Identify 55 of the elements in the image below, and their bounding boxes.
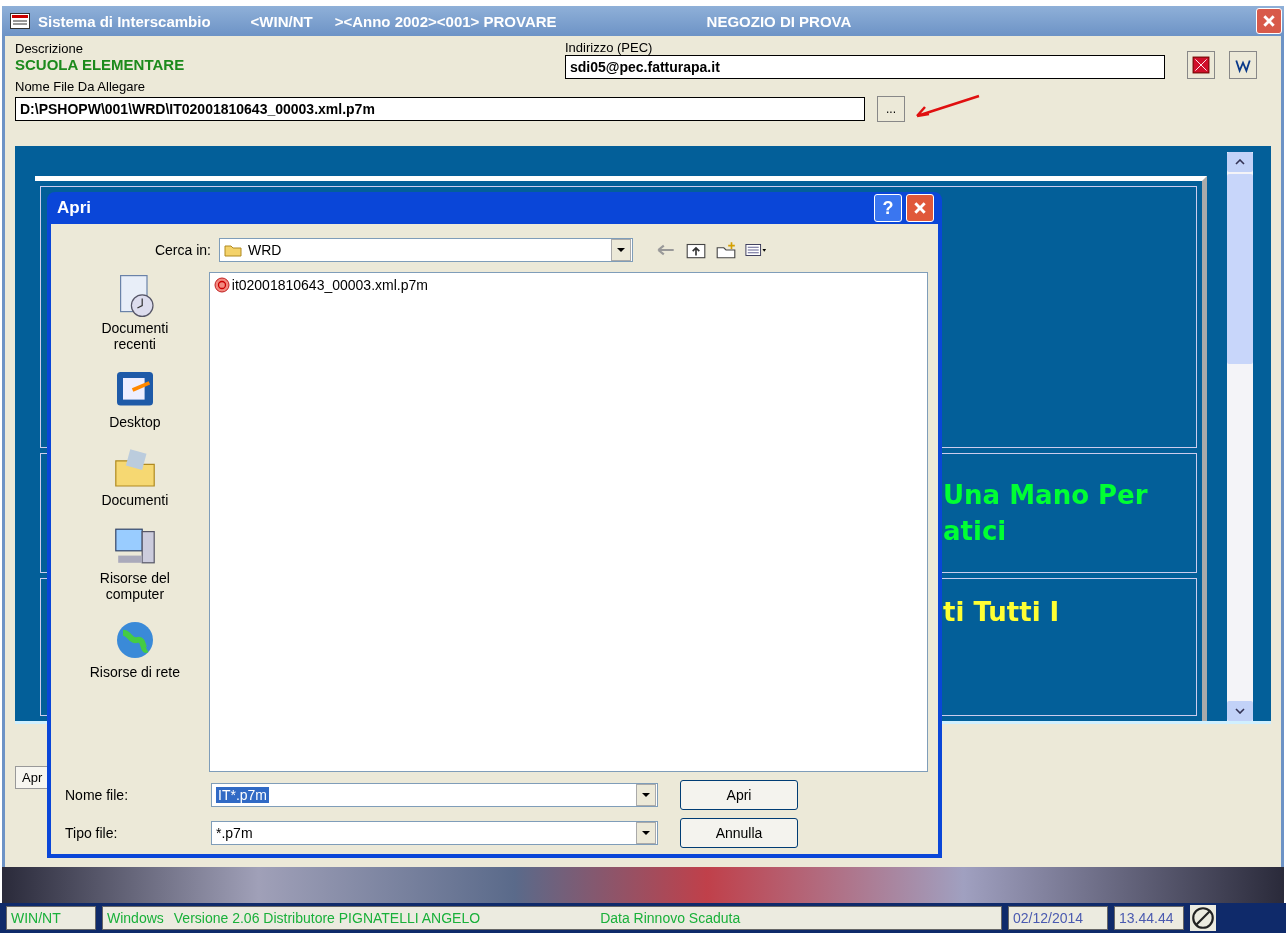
date-field: 02/12/2014 xyxy=(1008,906,1108,930)
places-item[interactable]: Documenti xyxy=(79,444,190,508)
close-icon xyxy=(913,201,927,215)
view-menu-icon[interactable] xyxy=(745,241,767,259)
folder-icon xyxy=(224,243,242,257)
places-item[interactable]: Documenti recenti xyxy=(79,272,190,352)
caret-icon xyxy=(642,831,650,835)
description-text: SCUOLA ELEMENTARE xyxy=(15,56,186,75)
status-field: Windows Versione 2.06 Distributore PIGNATELLI ANGELO Data Rinnovo Scaduta xyxy=(102,906,1002,930)
window-title: Sistema di Interscambio xyxy=(38,12,211,30)
prohibited-icon xyxy=(1190,905,1216,931)
field-label: Nome file: xyxy=(64,787,130,803)
new-folder-icon[interactable] xyxy=(715,241,737,259)
caret-icon xyxy=(642,793,650,797)
caret-icon xyxy=(617,248,625,252)
chevron-down-icon xyxy=(1235,708,1245,714)
title-text: ><Anno 2002><001> PROVARE xyxy=(334,12,557,30)
panel-text: ti Tutti I xyxy=(943,597,1060,627)
stop-button[interactable] xyxy=(1187,51,1215,79)
chevron-up-icon xyxy=(1235,159,1245,165)
open-button[interactable]: Apri xyxy=(680,780,798,810)
field-label: Descrizione xyxy=(15,41,84,56)
tab[interactable]: Apr xyxy=(15,766,50,789)
word-button[interactable] xyxy=(1229,51,1257,79)
field-label: Cerca in: xyxy=(153,242,212,258)
field-label: Nome File Da Allegare xyxy=(15,79,147,94)
browse-button[interactable]: ... xyxy=(877,96,905,122)
help-button[interactable]: ? xyxy=(874,194,902,222)
status-field: WIN/NT xyxy=(6,906,96,930)
places-item[interactable]: Risorse del computer xyxy=(79,522,190,602)
cancel-button[interactable]: Annulla xyxy=(680,818,798,848)
close-button[interactable] xyxy=(906,194,934,222)
field-label: Indirizzo (PEC) xyxy=(565,40,654,55)
file-path-field[interactable]: D:\PSHOPW\001\WRD\IT02001810643_00003.xml.p7m xyxy=(15,97,865,121)
title-text: NEGOZIO DI PROVA xyxy=(706,12,852,30)
time-field: 13.44.44 xyxy=(1114,906,1184,930)
places-item[interactable]: Desktop xyxy=(79,366,190,430)
file-name-field[interactable]: IT*.p7m xyxy=(211,783,658,807)
title-text: <WIN/NT xyxy=(250,12,313,30)
places-item[interactable]: Risorse di rete xyxy=(79,616,190,680)
look-in-dropdown[interactable]: WRD xyxy=(219,238,633,262)
close-button[interactable] xyxy=(1256,8,1282,34)
file-item[interactable]: it02001810643_00003.xml.p7m xyxy=(213,277,923,293)
stop-icon xyxy=(1192,56,1210,74)
panel-text: atici xyxy=(943,516,1007,546)
seal-icon xyxy=(213,277,230,293)
window-icon xyxy=(10,13,30,29)
close-icon xyxy=(1262,14,1276,28)
file-type-dropdown[interactable]: *.p7m xyxy=(211,821,658,845)
scrollbar[interactable] xyxy=(1227,152,1253,721)
panel-text: Una Mano Per xyxy=(943,480,1148,510)
field-label: Tipo file: xyxy=(64,825,119,841)
dialog-title: Apri xyxy=(57,198,91,218)
pec-field[interactable]: sdi05@pec.fatturapa.it xyxy=(565,55,1165,79)
up-folder-icon[interactable] xyxy=(685,241,707,259)
